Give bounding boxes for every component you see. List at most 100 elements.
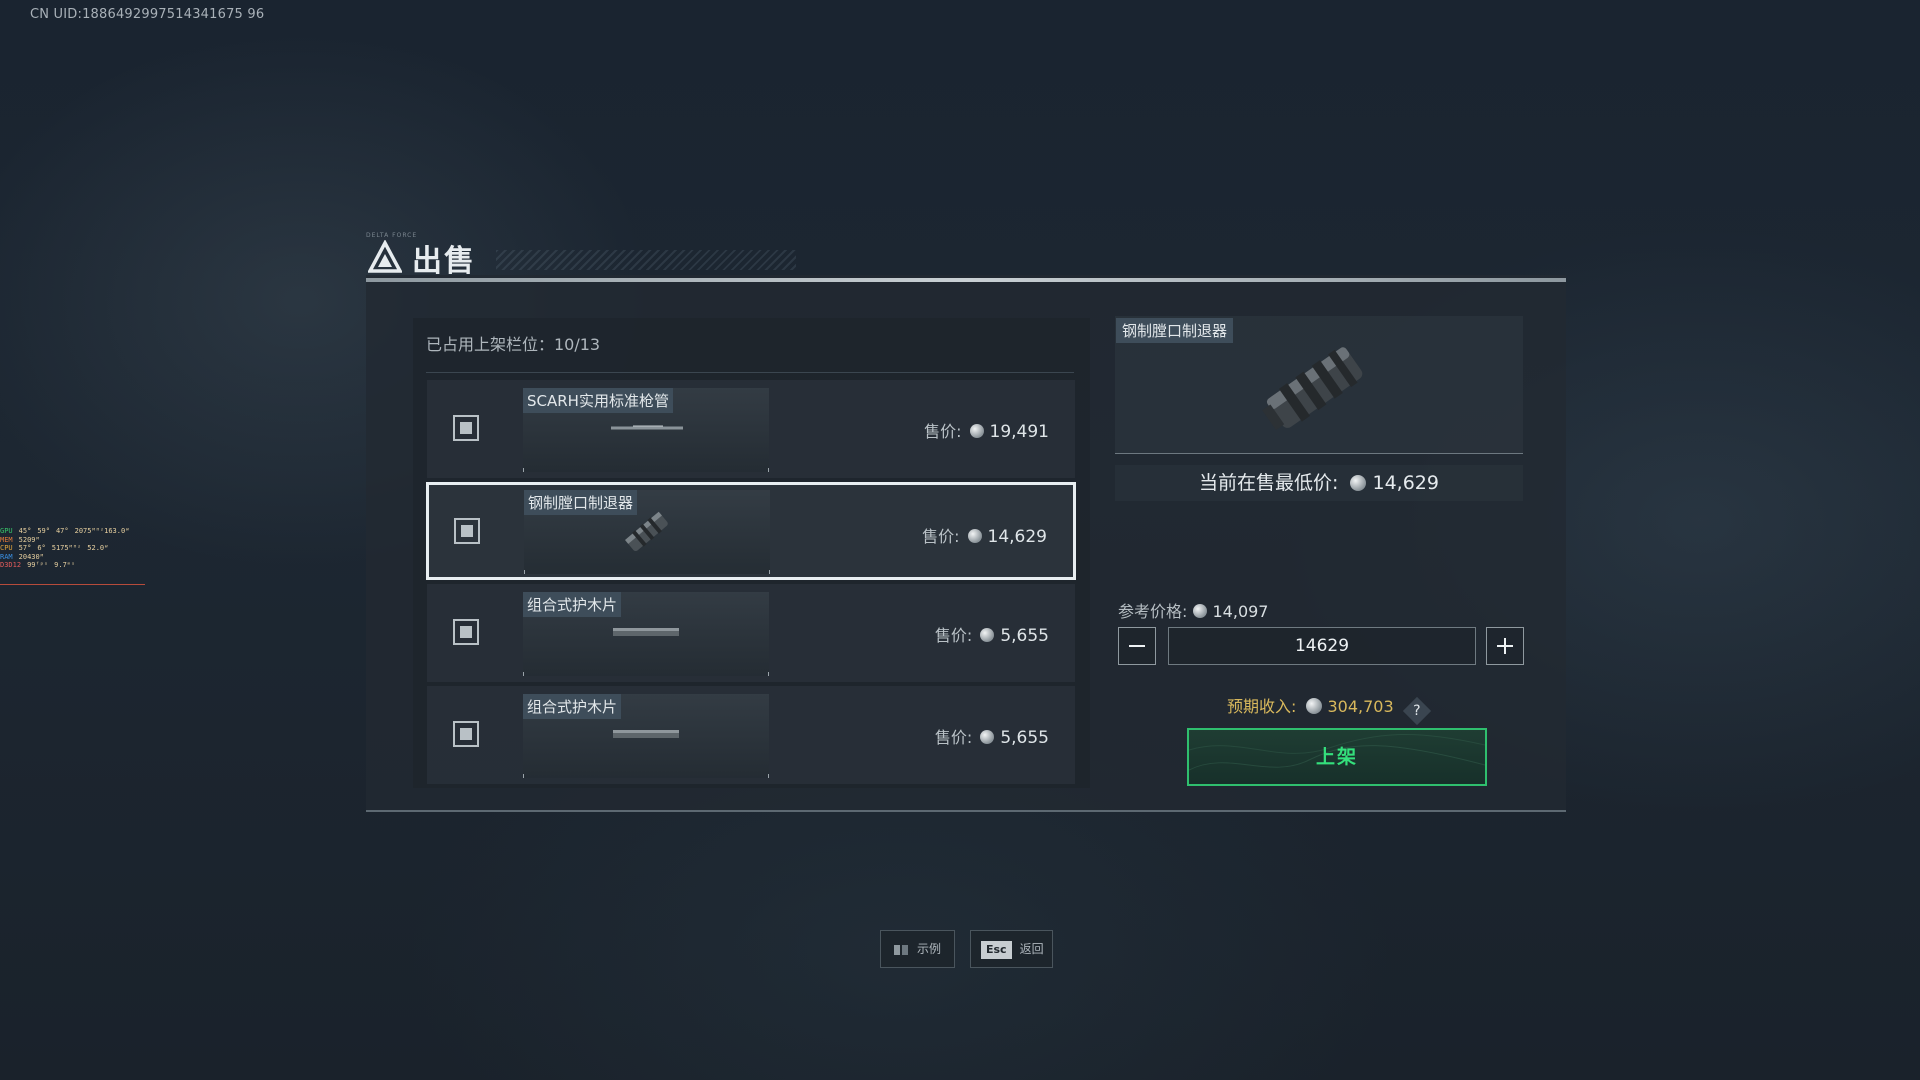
overlay-row: CPU 57° 6° 5175ᴹᴴᶻ 52.0ᵂ — [0, 544, 135, 553]
item-image — [611, 425, 683, 430]
reference-price: 参考价格: 14,097 — [1118, 598, 1268, 622]
thumb-corner-tick — [769, 570, 770, 574]
thumb-corner-tick — [768, 774, 769, 778]
item-thumbnail: 组合式护木片 — [523, 592, 769, 676]
listing-row[interactable]: 组合式护木片售价: 5,655 — [427, 584, 1075, 682]
price-label: 售价: — [934, 728, 973, 747]
thumb-corner-tick — [523, 774, 524, 778]
coin-icon — [969, 424, 984, 438]
overlay-value: 9.7ᵐˢ — [54, 561, 76, 569]
overlay-row: GPU 45° 59° 47° 2075ᴹᴴᶻ163.0ᵂ — [0, 527, 135, 536]
thumb-corner-tick — [523, 468, 524, 472]
overlay-value: 47° — [55, 527, 69, 535]
lowest-price-label: 当前在售最低价: — [1199, 472, 1339, 494]
title-hatch-decoration — [496, 250, 796, 270]
book-icon — [894, 944, 908, 955]
overlay-value: 6° — [37, 544, 46, 552]
overlay-value: 45° — [18, 527, 32, 535]
back-hint-button[interactable]: Esc 返回 — [970, 930, 1053, 968]
item-thumbnail: 钢制膛口制退器 — [524, 490, 770, 574]
listing-row[interactable]: SCARH实用标准枪管售价: 19,491 — [427, 380, 1075, 478]
uid-label: CN UID:1886492997514341675 96 — [30, 7, 265, 22]
lowest-price-value: 14,629 — [1372, 472, 1439, 494]
row-checkbox[interactable] — [453, 415, 479, 441]
decrease-price-button[interactable] — [1118, 627, 1156, 665]
coin-icon — [980, 730, 995, 744]
coin-icon — [1350, 475, 1367, 491]
overlay-value: 2075ᴹᴴᶻ163.0ᵂ — [74, 527, 130, 535]
slots-divider — [426, 372, 1074, 373]
increase-price-button[interactable] — [1486, 627, 1524, 665]
listing-row[interactable]: 钢制膛口制退器售价: 14,629 — [426, 482, 1076, 580]
overlay-value: 59° — [37, 527, 50, 535]
overlay-graph-line — [0, 584, 145, 585]
plus-icon-vertical — [1504, 638, 1506, 654]
item-image — [613, 730, 679, 738]
item-image — [613, 628, 679, 636]
overlay-value: 57° — [18, 544, 32, 552]
dialog-header: DELTA FORCE 出售 — [366, 230, 1006, 279]
selected-item-name: 钢制膛口制退器 — [1116, 318, 1234, 343]
overlay-value: 5209ᴹ — [18, 535, 40, 544]
performance-overlay: GPU 45° 59° 47° 2075ᴹᴴᶻ163.0ᵂ MEM 5209ᴹ CPU 57° 6… — [0, 527, 135, 570]
listing-row[interactable]: 组合式护木片售价: 5,655 — [427, 686, 1075, 784]
title-tag: DELTA FORCE — [366, 232, 418, 239]
coin-icon — [967, 529, 982, 543]
page-title: 出售 — [412, 244, 476, 279]
item-price: 售价: 5,655 — [935, 622, 1049, 646]
item-name: 组合式护木片 — [523, 592, 622, 617]
item-name: SCARH实用标准枪管 — [523, 388, 673, 413]
item-name: 组合式护木片 — [523, 694, 622, 719]
item-price: 售价: 19,491 — [924, 418, 1049, 442]
thumb-corner-tick — [524, 570, 525, 574]
overlay-label: GPU — [0, 527, 13, 535]
overlay-label: MEM — [0, 535, 13, 544]
help-glyph: ? — [1413, 703, 1421, 719]
example-hint-button[interactable]: 示例 — [880, 930, 955, 968]
price-value: 14,629 — [987, 527, 1047, 547]
overlay-value: 20430ᴹ — [18, 552, 44, 561]
overlay-row: MEM 5209ᴹ — [0, 536, 135, 545]
list-for-sale-button[interactable]: 上架 — [1187, 728, 1487, 786]
esc-key: Esc — [981, 940, 1012, 959]
coin-icon — [980, 628, 995, 642]
delta-logo-icon — [368, 240, 402, 273]
coin-icon — [1192, 604, 1207, 618]
overlay-label: CPU — [0, 544, 13, 552]
item-thumbnail: 组合式护木片 — [523, 694, 769, 778]
overlay-value: 99ᶠᵖˢ — [27, 561, 49, 569]
expected-income-label: 预期收入: — [1227, 697, 1297, 716]
coin-icon — [1305, 698, 1322, 714]
list-for-sale-label: 上架 — [1315, 746, 1358, 768]
price-label: 售价: — [922, 527, 960, 546]
price-input[interactable] — [1168, 627, 1476, 665]
row-checkbox[interactable] — [454, 518, 480, 544]
expected-income-value: 304,703 — [1327, 697, 1394, 716]
price-value: 5,655 — [1000, 626, 1049, 646]
item-price: 售价: 14,629 — [922, 523, 1047, 547]
example-hint-label: 示例 — [917, 942, 942, 956]
overlay-row: RAM 20430ᴹ — [0, 553, 135, 562]
row-checkbox[interactable] — [453, 619, 479, 645]
expected-income: 预期收入: 304,703 ? — [1227, 693, 1431, 726]
price-label: 售价: — [934, 626, 973, 645]
overlay-label: RAM — [0, 552, 13, 561]
item-image — [625, 511, 668, 552]
thumb-corner-tick — [768, 468, 769, 472]
overlay-value: 52.0ᵂ — [87, 544, 109, 552]
thumb-corner-tick — [768, 672, 769, 676]
thumb-corner-tick — [523, 672, 524, 676]
help-icon[interactable]: ? — [1402, 696, 1431, 726]
item-thumbnail: SCARH实用标准枪管 — [523, 388, 769, 472]
panel-top-divider — [366, 278, 1566, 282]
item-price: 售价: 5,655 — [935, 724, 1049, 748]
minus-icon — [1129, 645, 1145, 647]
overlay-label: D3D12 — [0, 561, 22, 569]
item-name: 钢制膛口制退器 — [524, 490, 638, 515]
price-label: 售价: — [924, 422, 962, 441]
row-checkbox[interactable] — [453, 721, 479, 747]
overlay-row: D3D12 99ᶠᵖˢ 9.7ᵐˢ — [0, 561, 135, 570]
reference-price-value: 14,097 — [1212, 602, 1269, 621]
slots-used-label: 已占用上架栏位：10/13 — [426, 335, 601, 354]
preview-divider — [1115, 453, 1523, 454]
